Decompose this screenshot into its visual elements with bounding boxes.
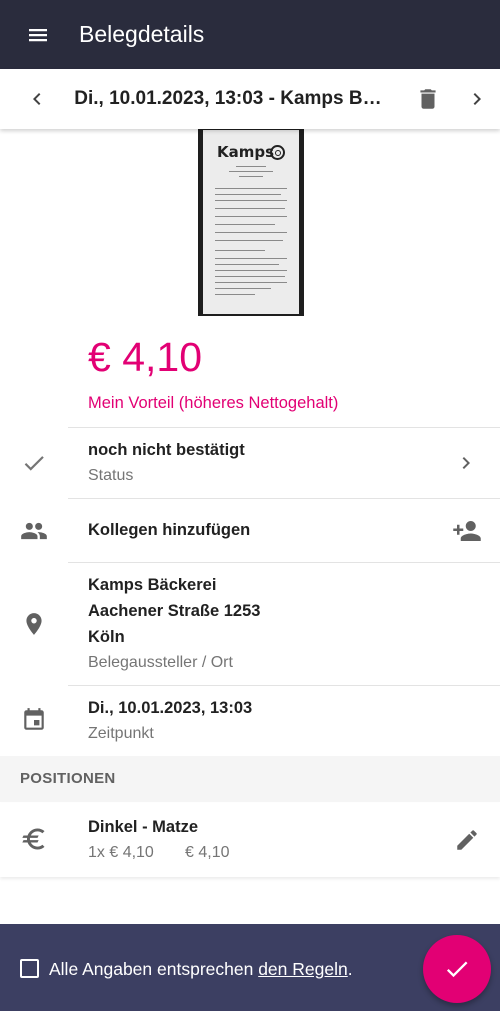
check-icon xyxy=(20,449,48,477)
people-icon xyxy=(20,517,48,545)
receipt-title: Di., 10.01.2023, 13:03 - Kamps Bäckerei xyxy=(74,88,391,109)
status-label: Status xyxy=(88,467,134,484)
positions-section-header: POSITIONEN xyxy=(0,756,500,802)
positions-header-label: POSITIONEN xyxy=(20,770,116,787)
confirm-text-suffix: . xyxy=(347,959,353,979)
status-value: noch nicht bestätigt xyxy=(88,441,245,459)
person-add-icon[interactable] xyxy=(452,516,482,546)
app-bar: Belegdetails xyxy=(0,0,500,69)
issuer-label: Belegaussteller / Ort xyxy=(88,654,233,671)
timestamp-label: Zeitpunkt xyxy=(88,725,154,742)
rules-link[interactable]: den Regeln xyxy=(258,959,348,979)
trash-icon xyxy=(420,89,436,109)
chevron-right-icon xyxy=(473,93,481,105)
menu-button[interactable] xyxy=(0,0,76,69)
confirm-text[interactable]: Alle Angaben entsprechen den Regeln. xyxy=(49,959,353,980)
previous-receipt-button[interactable] xyxy=(0,69,74,129)
chevron-left-icon xyxy=(33,93,41,105)
checkbox-icon[interactable] xyxy=(20,959,39,978)
check-icon xyxy=(446,961,468,978)
receipt-image[interactable]: Kamps xyxy=(198,128,304,316)
list-item[interactable]: Dinkel - Matze 1x € 4,10 € 4,10 xyxy=(0,803,500,877)
divider xyxy=(68,427,500,428)
position-qty-price: 1x € 4,10 xyxy=(88,844,154,861)
delete-button[interactable] xyxy=(402,69,453,129)
add-colleagues-label: Kollegen hinzufügen xyxy=(88,521,251,539)
receipt-paper: Kamps xyxy=(203,130,299,314)
confirm-text-main: Alle Angaben entsprechen xyxy=(49,959,259,979)
confirm-fab-button[interactable] xyxy=(423,935,491,1003)
benefit-amount: € 4,10 xyxy=(88,334,202,380)
divider xyxy=(68,685,500,686)
issuer-city: Köln xyxy=(88,628,125,646)
page-title: Belegdetails xyxy=(79,21,205,47)
chevron-right-icon xyxy=(454,451,478,475)
divider xyxy=(68,498,500,499)
calendar-icon xyxy=(20,706,48,734)
euro-icon xyxy=(20,825,48,853)
benefit-label: Mein Vorteil (höheres Nettogehalt) xyxy=(88,394,339,412)
position-name: Dinkel - Matze xyxy=(88,818,199,836)
pencil-icon[interactable] xyxy=(454,827,480,853)
receipt-nav-bar: Di., 10.01.2023, 13:03 - Kamps Bäckerei xyxy=(0,69,500,129)
receipt-logo-text: Kamps xyxy=(217,143,275,161)
position-total: € 4,10 xyxy=(185,844,230,861)
issuer-name: Kamps Bäckerei xyxy=(88,576,217,594)
next-receipt-button[interactable] xyxy=(453,69,500,129)
menu-icon xyxy=(29,28,47,41)
issuer-street: Aachener Straße 1253 xyxy=(88,602,261,620)
receipt-logo-mark xyxy=(270,145,285,160)
location-pin-icon xyxy=(20,610,48,638)
divider xyxy=(68,562,500,563)
timestamp-value: Di., 10.01.2023, 13:03 xyxy=(88,699,253,717)
